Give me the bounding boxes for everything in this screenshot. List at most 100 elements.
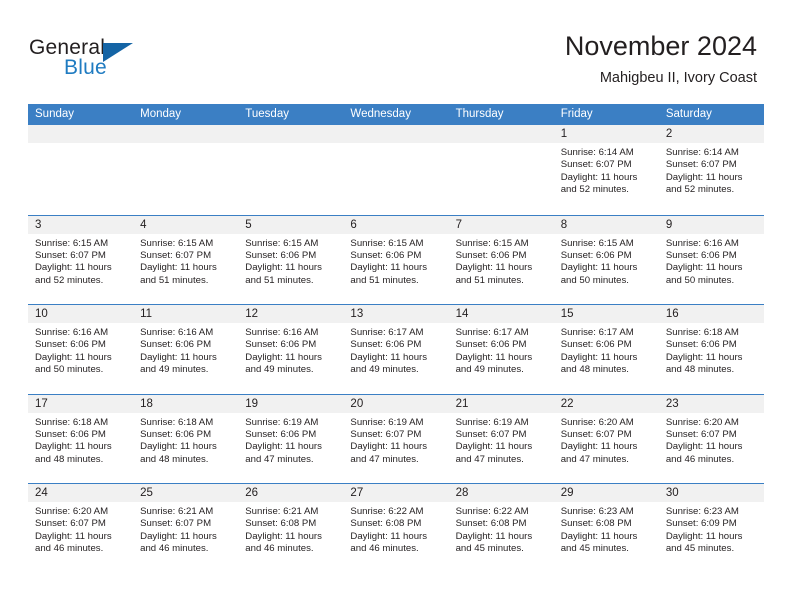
day-cell[interactable]: 12 Sunrise: 6:16 AM Sunset: 6:06 PM Dayligh… bbox=[238, 305, 344, 394]
daylight-text: Daylight: 11 hours and 48 minutes. bbox=[140, 441, 217, 465]
daylight-text: Daylight: 11 hours and 49 minutes. bbox=[140, 351, 217, 376]
sunrise-text: Sunrise: 6:21 AM bbox=[140, 506, 214, 517]
sunset-text: Sunset: 6:07 PM bbox=[455, 428, 527, 440]
day-sun-info: Sunrise: 6:15 AM Sunset: 6:07 PM Daylight:… bbox=[28, 234, 133, 288]
sunrise-text: Sunrise: 6:22 AM bbox=[350, 506, 424, 517]
day-number: 27 bbox=[343, 484, 449, 502]
logo-triangle-icon bbox=[103, 43, 133, 62]
day-cell[interactable]: 9 Sunrise: 6:16 AM Sunset: 6:06 PM Daylight… bbox=[658, 215, 764, 304]
sunrise-text: Sunrise: 6:16 AM bbox=[35, 327, 109, 338]
day-cell[interactable]: 14 Sunrise: 6:17 AM Sunset: 6:06 PM Dayligh… bbox=[448, 305, 554, 394]
day-sun-info: Sunrise: 6:20 AM Sunset: 6:07 PM Daylight:… bbox=[554, 413, 659, 467]
daylight-text: Daylight: 11 hours and 48 minutes. bbox=[665, 351, 743, 376]
daylight-text: Daylight: 11 hours and 49 minutes. bbox=[455, 351, 533, 376]
daylight-text: Daylight: 11 hours and 50 minutes. bbox=[560, 262, 638, 286]
sunrise-text: Sunrise: 6:16 AM bbox=[140, 327, 214, 338]
day-sun-info: Sunrise: 6:23 AM Sunset: 6:09 PM Daylight:… bbox=[659, 502, 764, 556]
day-sun-info: Sunrise: 6:17 AM Sunset: 6:06 PM Daylight:… bbox=[449, 323, 554, 377]
day-cell[interactable]: 2 Sunrise: 6:14 AM Sunset: 6:07 PM Daylight… bbox=[658, 125, 764, 214]
day-sun-info: Sunrise: 6:16 AM Sunset: 6:06 PM Daylight:… bbox=[238, 323, 343, 377]
sunrise-text: Sunrise: 6:17 AM bbox=[350, 327, 424, 338]
sunset-text: Sunset: 6:07 PM bbox=[560, 428, 632, 440]
day-cell[interactable]: 3 Sunrise: 6:15 AM Sunset: 6:07 PM Daylight… bbox=[28, 215, 134, 304]
day-sun-info: Sunrise: 6:18 AM Sunset: 6:06 PM Daylight:… bbox=[28, 413, 133, 467]
day-cell[interactable]: 15 Sunrise: 6:17 AM Sunset: 6:06 PM Dayligh… bbox=[553, 305, 659, 394]
page-title: November 2024 bbox=[564, 31, 757, 61]
daylight-text: Daylight: 11 hours and 48 minutes. bbox=[560, 351, 638, 376]
day-cell-empty bbox=[238, 125, 344, 214]
day-cell[interactable]: 22 Sunrise: 6:20 AM Sunset: 6:07 PM Dayligh… bbox=[553, 394, 659, 483]
day-cell[interactable]: 13 Sunrise: 6:17 AM Sunset: 6:06 PM Dayligh… bbox=[343, 305, 449, 394]
daylight-text: Daylight: 11 hours and 45 minutes. bbox=[455, 530, 533, 555]
daylight-text: Daylight: 11 hours and 46 minutes. bbox=[245, 530, 322, 555]
day-cell[interactable]: 18 Sunrise: 6:18 AM Sunset: 6:06 PM Dayligh… bbox=[133, 394, 239, 483]
day-sun-info: Sunrise: 6:19 AM Sunset: 6:07 PM Daylight:… bbox=[449, 413, 554, 467]
sunset-text: Sunset: 6:06 PM bbox=[35, 428, 106, 440]
sunrise-text: Sunrise: 6:15 AM bbox=[560, 237, 634, 249]
day-cell[interactable]: 17 Sunrise: 6:18 AM Sunset: 6:06 PM Dayligh… bbox=[28, 394, 134, 483]
day-sun-info: Sunrise: 6:15 AM Sunset: 6:06 PM Daylight:… bbox=[343, 234, 448, 288]
day-cell[interactable]: 26 Sunrise: 6:21 AM Sunset: 6:08 PM Dayligh… bbox=[238, 484, 344, 573]
day-cell[interactable]: 28 Sunrise: 6:22 AM Sunset: 6:08 PM Dayligh… bbox=[448, 484, 554, 573]
day-number: 17 bbox=[28, 394, 134, 413]
weekday-header-saturday: Saturday bbox=[665, 108, 712, 120]
page-header: General Blue November 2024 Mahigbeu II, … bbox=[0, 0, 792, 100]
sunset-text: Sunset: 6:06 PM bbox=[665, 249, 737, 261]
day-cell[interactable]: 30 Sunrise: 6:23 AM Sunset: 6:09 PM Dayligh… bbox=[658, 484, 764, 573]
day-cell[interactable]: 5 Sunrise: 6:15 AM Sunset: 6:06 PM Daylight… bbox=[238, 215, 344, 304]
daylight-text: Daylight: 11 hours and 46 minutes. bbox=[35, 530, 112, 555]
day-cell-empty bbox=[133, 125, 239, 214]
day-number: 20 bbox=[343, 394, 449, 413]
daylight-text: Daylight: 11 hours and 45 minutes. bbox=[560, 530, 638, 555]
day-cell[interactable]: 16 Sunrise: 6:18 AM Sunset: 6:06 PM Dayligh… bbox=[658, 305, 764, 394]
general-blue-logo[interactable]: General Blue bbox=[29, 36, 209, 88]
daylight-text: Daylight: 11 hours and 49 minutes. bbox=[245, 351, 322, 376]
sunset-text: Sunset: 6:06 PM bbox=[455, 339, 527, 351]
day-cell[interactable]: 1 Sunrise: 6:14 AM Sunset: 6:07 PM Daylight… bbox=[553, 125, 659, 214]
sunrise-text: Sunrise: 6:23 AM bbox=[560, 506, 634, 517]
day-cell[interactable]: 7 Sunrise: 6:15 AM Sunset: 6:06 PM Daylight… bbox=[448, 215, 554, 304]
daylight-text: Daylight: 11 hours and 45 minutes. bbox=[665, 530, 743, 555]
day-cell[interactable]: 24 Sunrise: 6:20 AM Sunset: 6:07 PM Dayligh… bbox=[28, 484, 134, 573]
day-number bbox=[133, 125, 239, 143]
sunrise-text: Sunrise: 6:20 AM bbox=[560, 416, 634, 428]
daylight-text: Daylight: 11 hours and 46 minutes. bbox=[350, 530, 428, 555]
day-number: 11 bbox=[133, 305, 239, 323]
sunset-text: Sunset: 6:07 PM bbox=[140, 518, 212, 530]
day-cell[interactable]: 29 Sunrise: 6:23 AM Sunset: 6:08 PM Dayligh… bbox=[553, 484, 659, 573]
sunrise-text: Sunrise: 6:22 AM bbox=[455, 506, 529, 517]
day-cell[interactable]: 23 Sunrise: 6:20 AM Sunset: 6:07 PM Dayligh… bbox=[658, 394, 764, 483]
sunset-text: Sunset: 6:06 PM bbox=[245, 339, 317, 351]
day-sun-info: Sunrise: 6:21 AM Sunset: 6:08 PM Daylight:… bbox=[238, 502, 343, 556]
day-cell[interactable]: 19 Sunrise: 6:19 AM Sunset: 6:06 PM Dayligh… bbox=[238, 394, 344, 483]
sunrise-text: Sunrise: 6:20 AM bbox=[665, 416, 739, 428]
sunrise-text: Sunrise: 6:23 AM bbox=[665, 506, 739, 517]
day-cell[interactable]: 21 Sunrise: 6:19 AM Sunset: 6:07 PM Dayligh… bbox=[448, 394, 554, 483]
sunrise-text: Sunrise: 6:18 AM bbox=[35, 416, 109, 428]
sunrise-text: Sunrise: 6:21 AM bbox=[245, 506, 319, 517]
sunrise-text: Sunrise: 6:15 AM bbox=[35, 237, 109, 249]
day-cell[interactable]: 6 Sunrise: 6:15 AM Sunset: 6:06 PM Daylight… bbox=[343, 215, 449, 304]
day-cell[interactable]: 27 Sunrise: 6:22 AM Sunset: 6:08 PM Dayligh… bbox=[343, 484, 449, 573]
day-cell[interactable]: 11 Sunrise: 6:16 AM Sunset: 6:06 PM Dayligh… bbox=[133, 305, 239, 394]
daylight-text: Daylight: 11 hours and 50 minutes. bbox=[665, 262, 743, 286]
day-cell[interactable]: 4 Sunrise: 6:15 AM Sunset: 6:07 PM Daylight… bbox=[133, 215, 239, 304]
daylight-text: Daylight: 11 hours and 52 minutes. bbox=[560, 171, 638, 196]
weekday-header-monday: Monday bbox=[140, 108, 182, 120]
day-number: 16 bbox=[658, 305, 764, 323]
day-number: 12 bbox=[238, 305, 344, 323]
day-cell[interactable]: 25 Sunrise: 6:21 AM Sunset: 6:07 PM Dayligh… bbox=[133, 484, 239, 573]
daylight-text: Daylight: 11 hours and 46 minutes. bbox=[665, 441, 743, 465]
day-cell[interactable]: 20 Sunrise: 6:19 AM Sunset: 6:07 PM Dayligh… bbox=[343, 394, 449, 483]
day-cell[interactable]: 8 Sunrise: 6:15 AM Sunset: 6:06 PM Daylight… bbox=[553, 215, 659, 304]
day-number: 9 bbox=[658, 215, 764, 234]
calendar-week-row: 10 Sunrise: 6:16 AM Sunset: 6:06 PM Dayligh… bbox=[28, 304, 764, 394]
day-sun-info: Sunrise: 6:16 AM Sunset: 6:06 PM Daylight:… bbox=[659, 234, 764, 288]
day-cell-empty bbox=[343, 125, 449, 214]
sunset-text: Sunset: 6:06 PM bbox=[665, 339, 737, 351]
sunrise-text: Sunrise: 6:17 AM bbox=[560, 327, 634, 338]
day-cell[interactable]: 10 Sunrise: 6:16 AM Sunset: 6:06 PM Dayligh… bbox=[28, 305, 134, 394]
calendar-week-row: 3 Sunrise: 6:15 AM Sunset: 6:07 PM Daylight… bbox=[28, 214, 764, 304]
day-sun-info: Sunrise: 6:14 AM Sunset: 6:07 PM Daylight:… bbox=[659, 143, 764, 197]
sunrise-text: Sunrise: 6:18 AM bbox=[140, 416, 214, 428]
